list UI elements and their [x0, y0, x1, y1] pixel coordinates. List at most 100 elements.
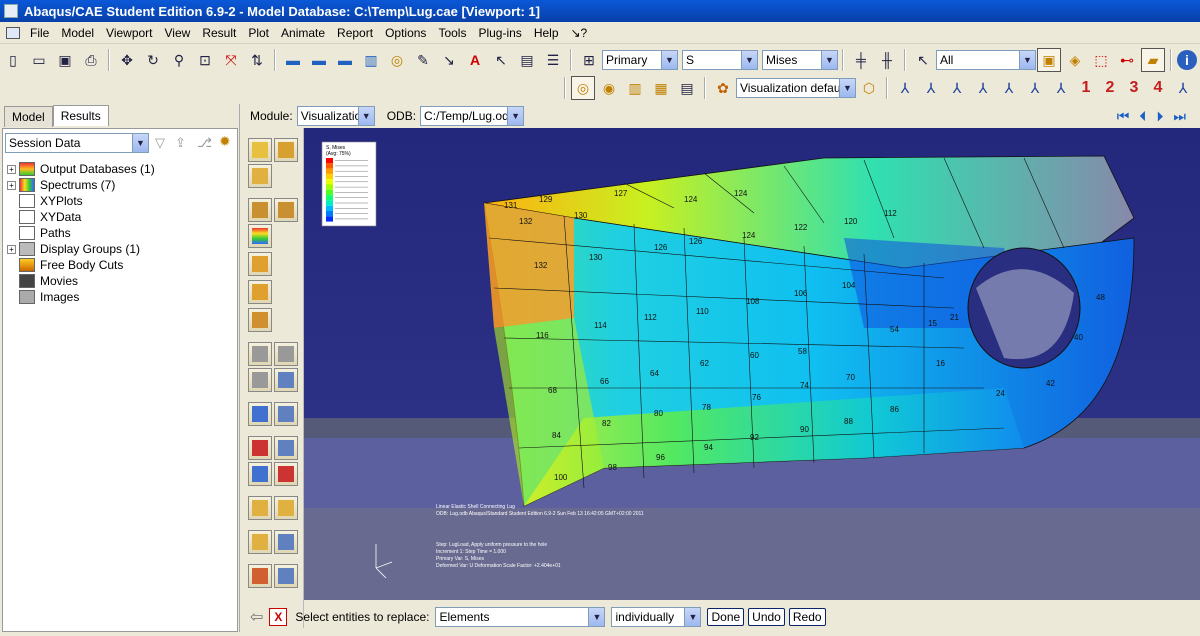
- menu-result[interactable]: Result: [196, 26, 242, 40]
- next-frame-icon[interactable]: ⏵: [1156, 108, 1163, 125]
- tree-item-xyplots[interactable]: XYPlots: [7, 193, 83, 209]
- view-top-icon[interactable]: ⅄: [945, 76, 969, 100]
- view-iso-icon[interactable]: ⅄: [1049, 76, 1073, 100]
- plot-states-icon[interactable]: ╪: [849, 48, 873, 72]
- text-annotation-icon[interactable]: A: [463, 48, 487, 72]
- plot-deformed-icon[interactable]: [274, 138, 298, 162]
- up-folder-icon[interactable]: ⇪: [175, 135, 186, 151]
- save-icon[interactable]: ▣: [53, 48, 77, 72]
- module-combo[interactable]: Visualization ▼: [296, 106, 375, 126]
- user-view-1[interactable]: 1: [1074, 79, 1098, 97]
- entity-type-combo[interactable]: Elements ▼: [435, 607, 606, 627]
- info-icon[interactable]: i: [1177, 50, 1197, 70]
- menu-file[interactable]: File: [24, 26, 55, 40]
- menu-plugins[interactable]: Plug-ins: [472, 26, 527, 40]
- free-body-manager-icon[interactable]: [274, 564, 298, 588]
- view-cut-manager-icon[interactable]: [274, 402, 298, 426]
- tree-item-display-groups[interactable]: + Display Groups (1): [7, 241, 140, 257]
- session-data-combo[interactable]: Session Data ▼: [5, 133, 149, 153]
- animate-time-icon[interactable]: [274, 342, 298, 366]
- replace-selected-icon[interactable]: ▣: [1037, 48, 1061, 72]
- display-group-manager-icon[interactable]: [274, 530, 298, 554]
- menu-model[interactable]: Model: [55, 26, 100, 40]
- tree-item-output-databases[interactable]: + Output Databases (1): [7, 161, 155, 177]
- perspective-icon[interactable]: ▥: [623, 76, 647, 100]
- context-help-icon[interactable]: ↘?: [565, 26, 594, 40]
- render-style-icon[interactable]: ◎: [385, 48, 409, 72]
- open-file-icon[interactable]: ▭: [27, 48, 51, 72]
- menu-view[interactable]: View: [159, 26, 197, 40]
- arrow-annotation-icon[interactable]: ↘: [437, 48, 461, 72]
- animate-scale-icon[interactable]: [248, 342, 272, 366]
- selection-arrow-icon[interactable]: ↖: [911, 48, 935, 72]
- shading-icon[interactable]: ◉: [597, 76, 621, 100]
- first-frame-icon[interactable]: ⏮: [1117, 108, 1130, 125]
- menu-report[interactable]: Report: [331, 26, 379, 40]
- xy-data-manager-icon[interactable]: [274, 436, 298, 460]
- invariant-combo[interactable]: Mises ▼: [762, 50, 838, 70]
- box-select-icon[interactable]: ⬚: [1089, 48, 1113, 72]
- light-icon[interactable]: ▦: [649, 76, 673, 100]
- superimpose-options-icon[interactable]: [274, 496, 298, 520]
- tab-model[interactable]: Model: [4, 106, 53, 127]
- user-view-2[interactable]: 2: [1098, 79, 1122, 97]
- expand-icon[interactable]: +: [7, 180, 16, 190]
- contour-options-icon[interactable]: [248, 224, 272, 248]
- plot-both-icon[interactable]: [248, 164, 272, 188]
- menu-tools[interactable]: Tools: [432, 26, 472, 40]
- tree-options-icon[interactable]: ⎇: [197, 135, 212, 151]
- previous-frame-icon[interactable]: ⏴: [1139, 108, 1146, 125]
- palette-icon[interactable]: ✿: [711, 76, 735, 100]
- menu-viewport[interactable]: Viewport: [100, 26, 158, 40]
- common-options-icon[interactable]: [248, 496, 272, 520]
- display-group-icon[interactable]: ▰: [1141, 48, 1165, 72]
- step-frame-icon[interactable]: ⊞: [577, 48, 601, 72]
- print-icon[interactable]: ⎙: [79, 48, 103, 72]
- variable-combo[interactable]: S ▼: [682, 50, 758, 70]
- animate-harmonic-icon[interactable]: [248, 368, 272, 392]
- done-button[interactable]: Done: [707, 608, 745, 626]
- magnify-icon[interactable]: ⚲: [167, 48, 191, 72]
- plot-undeformed-icon[interactable]: [248, 138, 272, 162]
- select-pointer-icon[interactable]: ↖: [489, 48, 513, 72]
- list-icon[interactable]: ☰: [541, 48, 565, 72]
- viewport[interactable]: 131 129 130 127 124 124 126 124 122 120 …: [304, 128, 1200, 600]
- contour-plot-icon[interactable]: [248, 198, 272, 222]
- table-icon[interactable]: ▤: [675, 76, 699, 100]
- step-combo[interactable]: Primary ▼: [602, 50, 678, 70]
- free-body-cut-icon[interactable]: [248, 564, 272, 588]
- back-arrow-icon[interactable]: ⇦: [250, 607, 263, 627]
- view-axes-icon[interactable]: ⅄: [1171, 76, 1195, 100]
- tree-item-spectrums[interactable]: + Spectrums (7): [7, 177, 115, 193]
- create-display-group-icon[interactable]: [248, 530, 272, 554]
- view-left-icon[interactable]: ⅄: [997, 76, 1021, 100]
- render-hidden-icon[interactable]: ▬: [307, 48, 331, 72]
- user-view-3[interactable]: 3: [1122, 79, 1146, 97]
- last-frame-icon[interactable]: ⏭: [1173, 108, 1186, 125]
- query-icon[interactable]: ▤: [515, 48, 539, 72]
- odb-combo[interactable]: C:/Temp/Lug.odb ▼: [420, 106, 525, 126]
- view-right-icon[interactable]: ⅄: [1023, 76, 1047, 100]
- symbol-plot-icon[interactable]: [248, 252, 272, 276]
- tree-item-free-body-cuts[interactable]: Free Body Cuts: [7, 257, 123, 273]
- plot-xy-icon[interactable]: [274, 462, 298, 486]
- contour-legend[interactable]: S, Mises (Avg: 75%): [321, 141, 377, 227]
- redo-button[interactable]: Redo: [788, 608, 826, 626]
- tree-item-images[interactable]: Images: [7, 289, 79, 305]
- viewport-canvas[interactable]: 131 129 130 127 124 124 126 124 122 120 …: [304, 128, 1200, 600]
- selection-method-combo[interactable]: individually ▼: [611, 607, 702, 627]
- menu-options[interactable]: Options: [379, 26, 432, 40]
- tree-item-movies[interactable]: Movies: [7, 273, 78, 289]
- menu-animate[interactable]: Animate: [275, 26, 331, 40]
- view-cut-icon[interactable]: [248, 402, 272, 426]
- render-shaded-icon[interactable]: ▥: [359, 48, 383, 72]
- user-view-4[interactable]: 4: [1146, 79, 1170, 97]
- animate-icon[interactable]: [248, 308, 272, 332]
- annotation-text-icon[interactable]: ✎: [411, 48, 435, 72]
- filter-icon[interactable]: ▽: [155, 135, 165, 151]
- new-file-icon[interactable]: ▯: [1, 48, 25, 72]
- create-xy-data-icon[interactable]: [248, 436, 272, 460]
- remove-selected-icon[interactable]: ◈: [1063, 48, 1087, 72]
- render-filled-icon[interactable]: ▬: [333, 48, 357, 72]
- box-zoom-icon[interactable]: ⊡: [193, 48, 217, 72]
